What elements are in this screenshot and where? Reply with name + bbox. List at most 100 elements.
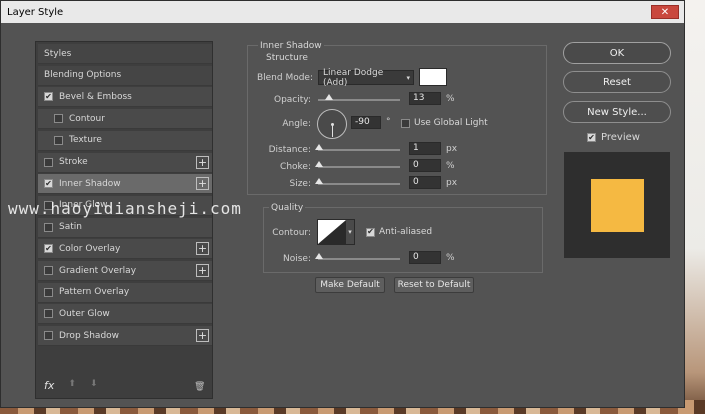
blend-mode-select[interactable]: Linear Dodge (Add) ▾ — [318, 68, 414, 88]
style-item-blending-options[interactable]: Blending Options — [38, 65, 212, 86]
distance-label: Distance: — [268, 145, 311, 155]
reset-button[interactable]: Reset — [563, 71, 671, 93]
style-item-color-overlay[interactable]: ✔ Color Overlay + — [38, 239, 212, 260]
noise-input[interactable]: 0 — [409, 251, 441, 264]
ok-button[interactable]: OK — [563, 42, 671, 64]
style-item-drop-shadow[interactable]: Drop Shadow + — [38, 326, 212, 347]
opacity-slider[interactable] — [318, 94, 400, 101]
style-item-label: Blending Options — [44, 70, 122, 81]
distance-input[interactable]: 1 — [409, 142, 441, 155]
style-item-label: Contour — [69, 113, 105, 124]
style-item-checkbox[interactable] — [44, 287, 53, 297]
section-title: Inner Shadow — [258, 41, 324, 51]
global-light-label: Use Global Light — [414, 118, 488, 128]
move-up-icon[interactable]: ⬆ — [68, 379, 76, 392]
style-item-label: Drop Shadow — [59, 330, 120, 341]
style-item-label: Stroke — [59, 157, 88, 167]
style-item-gradient-overlay[interactable]: Gradient Overlay + — [38, 261, 212, 281]
choke-slider[interactable] — [315, 161, 400, 168]
size-input[interactable]: 0 — [409, 176, 441, 189]
style-item-checkbox[interactable] — [44, 309, 53, 319]
style-item-contour[interactable]: Contour — [38, 109, 212, 130]
style-item-label: Gradient Overlay — [59, 265, 137, 276]
style-item-inner-shadow[interactable]: ✔ Inner Shadow + — [38, 174, 212, 195]
choke-slider-thumb[interactable] — [315, 161, 323, 167]
style-item-label: Bevel & Emboss — [59, 91, 132, 102]
panel-toolbar: fx ⬆ ⬇ — [44, 379, 97, 392]
add-instance-icon[interactable]: + — [196, 177, 209, 191]
move-down-icon[interactable]: ⬇ — [90, 379, 98, 392]
style-item-label: Satin — [59, 222, 82, 233]
contour-picker[interactable]: ▾ — [317, 219, 355, 245]
contour-dropdown[interactable]: ▾ — [346, 220, 354, 244]
style-item-checkbox[interactable] — [54, 135, 63, 145]
distance-slider-thumb[interactable] — [315, 144, 323, 150]
preview-swatch — [590, 178, 644, 232]
opacity-label: Opacity: — [274, 95, 311, 105]
style-item-satin[interactable]: Satin — [38, 217, 212, 238]
new-style-button[interactable]: New Style... — [563, 101, 671, 123]
trash-icon[interactable]: 🗑 — [194, 382, 210, 392]
angle-dial[interactable] — [317, 109, 347, 139]
add-instance-icon[interactable]: + — [196, 242, 209, 256]
size-slider[interactable] — [315, 178, 400, 185]
style-item-checkbox[interactable]: ✔ — [44, 179, 53, 189]
global-light-checkbox[interactable]: Use Global Light — [401, 118, 488, 128]
shadow-color-swatch[interactable] — [419, 68, 447, 86]
style-item-texture[interactable]: Texture — [38, 130, 212, 151]
choke-unit: % — [446, 161, 455, 171]
anti-aliased-label: Anti-aliased — [379, 227, 433, 237]
opacity-unit: % — [446, 94, 455, 104]
contour-label: Contour: — [272, 228, 311, 238]
style-item-checkbox[interactable]: ✔ — [44, 92, 53, 102]
angle-input[interactable]: -90 — [351, 116, 381, 129]
add-instance-icon[interactable]: + — [196, 329, 209, 343]
size-label: Size: — [289, 179, 311, 189]
make-default-button[interactable]: Make Default — [315, 277, 385, 293]
opacity-slider-thumb[interactable] — [324, 94, 333, 100]
window-title: Layer Style — [7, 6, 64, 18]
global-light-check — [401, 118, 410, 128]
reset-to-default-button[interactable]: Reset to Default — [394, 277, 474, 293]
style-item-stroke[interactable]: Stroke + — [38, 152, 212, 173]
noise-label: Noise: — [283, 254, 311, 264]
style-item-checkbox[interactable]: ✔ — [44, 244, 53, 254]
style-item-pattern-overlay[interactable]: Pattern Overlay — [38, 282, 212, 303]
watermark-text: www.haoyidiansheji.com — [8, 199, 242, 218]
style-item-checkbox[interactable] — [54, 114, 63, 124]
add-instance-icon[interactable]: + — [196, 264, 209, 277]
style-item-outer-glow[interactable]: Outer Glow — [38, 304, 212, 325]
style-item-label: Inner Shadow — [59, 178, 121, 189]
preview-checkbox[interactable]: ✔ Preview — [587, 132, 640, 143]
fx-icon[interactable]: fx — [44, 379, 54, 392]
style-item-label: Pattern Overlay — [59, 287, 130, 298]
angle-unit: ° — [386, 117, 391, 127]
preview-label: Preview — [601, 132, 640, 143]
noise-unit: % — [446, 253, 455, 263]
choke-input[interactable]: 0 — [409, 159, 441, 172]
style-item-bevel-emboss[interactable]: ✔ Bevel & Emboss — [38, 87, 212, 108]
preview-check: ✔ — [587, 132, 596, 142]
style-item-checkbox[interactable] — [44, 222, 53, 232]
blend-mode-label: Blend Mode: — [256, 73, 313, 83]
angle-label: Angle: — [282, 119, 311, 129]
structure-title: Structure — [266, 53, 308, 63]
close-button[interactable]: ✕ — [651, 5, 679, 19]
style-item-checkbox[interactable] — [44, 157, 53, 167]
opacity-input[interactable]: 13 — [409, 92, 441, 105]
size-unit: px — [446, 178, 458, 188]
anti-aliased-checkbox[interactable]: ✔ Anti-aliased — [366, 227, 432, 237]
quality-title: Quality — [269, 203, 306, 213]
anti-aliased-check: ✔ — [366, 227, 375, 237]
contour-curve-icon — [318, 220, 346, 244]
size-slider-thumb[interactable] — [315, 178, 323, 184]
style-item-styles[interactable]: Styles — [38, 44, 212, 64]
noise-slider-thumb[interactable] — [315, 253, 323, 259]
distance-slider[interactable] — [315, 144, 400, 151]
style-item-checkbox[interactable] — [44, 266, 53, 275]
noise-slider[interactable] — [315, 253, 400, 260]
style-item-label: Outer Glow — [59, 308, 110, 319]
style-item-checkbox[interactable] — [44, 331, 53, 341]
style-item-label: Styles — [44, 48, 72, 59]
add-instance-icon[interactable]: + — [196, 155, 209, 169]
